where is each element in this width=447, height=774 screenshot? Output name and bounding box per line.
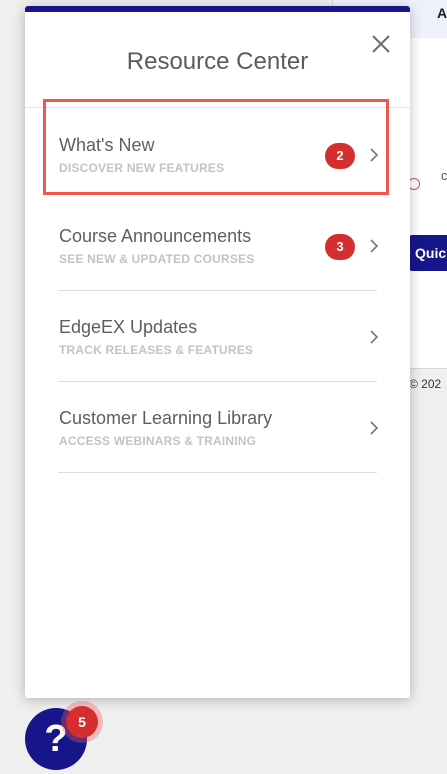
resource-item-whats-new[interactable]: What's New DISCOVER NEW FEATURES 2 [58,109,379,200]
header-divider [25,107,410,108]
item-subtitle: DISCOVER NEW FEATURES [59,161,225,175]
item-subtitle: ACCESS WEBINARS & TRAINING [59,434,257,448]
notification-badge: 2 [325,143,355,169]
chevron-right-icon [370,148,379,162]
chevron-right-icon [370,421,379,435]
resource-item-course-announcements[interactable]: Course Announcements SEE NEW & UPDATED C… [58,200,379,291]
item-divider [58,472,377,473]
item-title: What's New [59,135,155,155]
item-subtitle: SEE NEW & UPDATED COURSES [59,252,255,266]
resource-center-panel: Resource Center What's New DISCOVER NEW … [25,6,410,698]
background-faded-text: c [441,168,447,183]
item-title: Customer Learning Library [59,408,273,428]
background-header-text: A [437,5,447,21]
panel-title: Resource Center [126,48,309,75]
resource-item-edgeex-updates[interactable]: EdgeEX Updates TRACK RELEASES & FEATURES [58,291,379,382]
close-icon [372,35,390,53]
item-title: EdgeEX Updates [59,317,198,337]
resource-item-customer-learning-library[interactable]: Customer Learning Library ACCESS WEBINAR… [58,382,379,473]
chevron-right-icon [370,330,379,344]
notification-badge: 3 [325,234,355,260]
background-divider [410,368,447,369]
chevron-right-icon [370,239,379,253]
close-button[interactable] [368,31,394,57]
copyright-text: © 202 [409,377,442,391]
help-notification-badge: 5 [66,706,98,738]
quick-button[interactable]: Quic [409,235,447,271]
item-subtitle: TRACK RELEASES & FEATURES [59,343,254,357]
item-title: Course Announcements [59,226,252,246]
